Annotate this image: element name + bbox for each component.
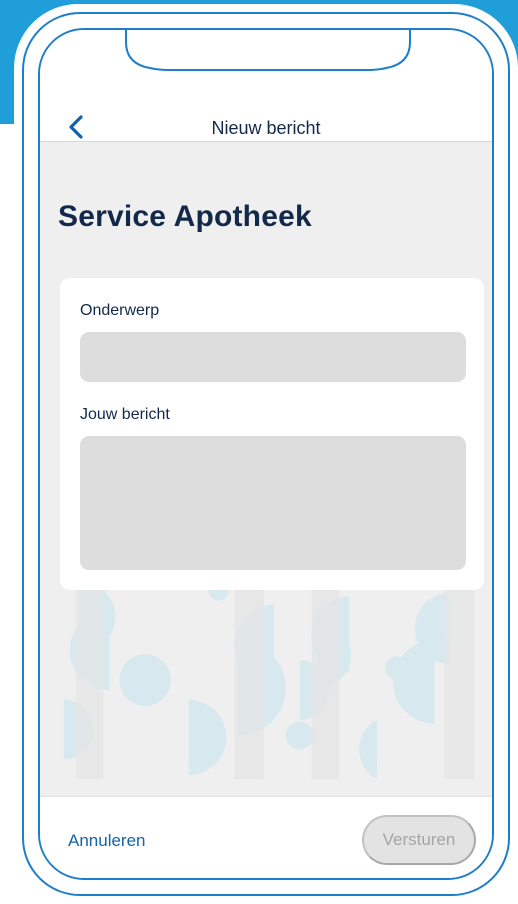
- app-screen: Nieuw bericht Service Apotheek Onderwerp…: [38, 28, 494, 880]
- cancel-button[interactable]: Annuleren: [68, 831, 146, 851]
- device-notch: [125, 30, 411, 71]
- subject-label: Onderwerp: [80, 302, 160, 319]
- page-title: Service Apotheek: [58, 200, 312, 233]
- subject-input[interactable]: [80, 332, 466, 382]
- send-button[interactable]: Versturen: [362, 815, 476, 865]
- device-frame: Nieuw bericht Service Apotheek Onderwerp…: [22, 12, 510, 896]
- message-label: Jouw bericht: [80, 406, 170, 423]
- message-form-card: Onderwerp Jouw bericht: [60, 278, 484, 590]
- header-title: Nieuw bericht: [211, 118, 321, 138]
- app-footer: Annuleren Versturen: [40, 796, 492, 878]
- message-textarea[interactable]: [80, 436, 466, 570]
